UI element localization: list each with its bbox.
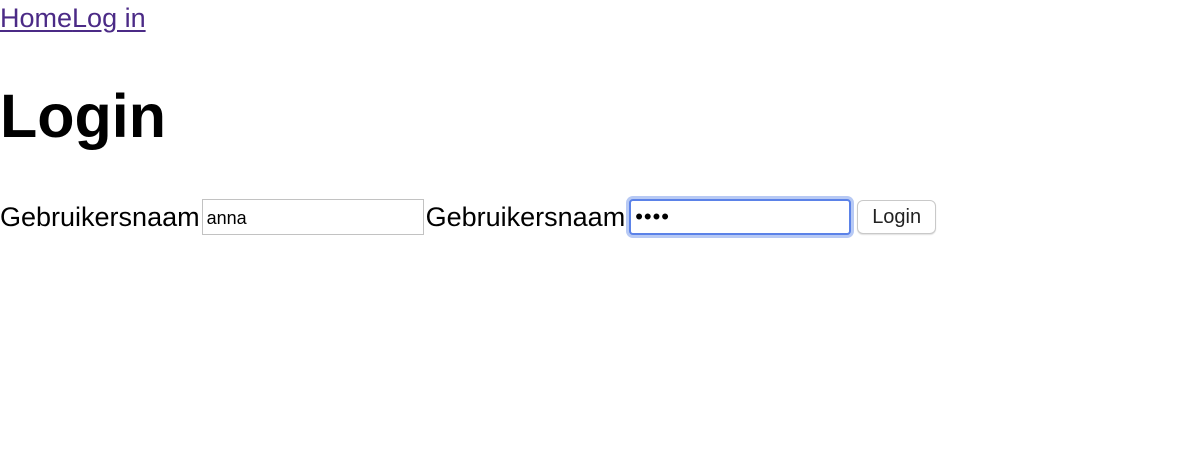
password-input[interactable] <box>629 199 852 235</box>
login-form: Gebruikersnaam Gebruikersnaam Login <box>0 196 937 238</box>
top-nav: HomeLog in <box>0 2 146 34</box>
username-input[interactable] <box>201 199 424 235</box>
home-link[interactable]: Home <box>0 3 72 33</box>
page-title: Login <box>0 82 166 150</box>
login-button[interactable]: Login <box>857 200 937 234</box>
login-link[interactable]: Log in <box>72 3 146 33</box>
username-label: Gebruikersnaam <box>0 202 200 232</box>
password-label: Gebruikersnaam <box>425 202 626 232</box>
